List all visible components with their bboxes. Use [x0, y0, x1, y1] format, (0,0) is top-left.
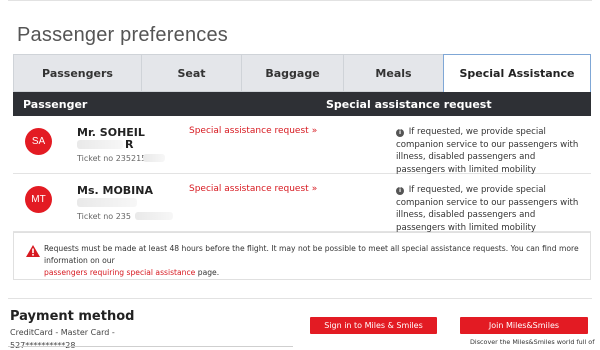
chevron-right-icon: »: [311, 126, 318, 136]
tab-meals[interactable]: Meals: [343, 54, 443, 92]
chevron-right-icon: »: [311, 184, 318, 194]
header-special-assistance-request: Special assistance request: [326, 98, 492, 111]
redacted-ticket: [143, 154, 165, 162]
notice-suffix: page.: [197, 268, 220, 277]
ticket-number: Ticket no 235: [77, 212, 131, 221]
tab-baggage[interactable]: Baggage: [241, 54, 343, 92]
warning-icon: [26, 245, 40, 257]
special-assistance-notice: Requests must be made at least 48 hours …: [13, 232, 591, 280]
passenger-name: Ms. MOBINA: [77, 184, 153, 197]
assistance-info-text: If requested, we provide special compani…: [396, 127, 579, 175]
avatar: MT: [25, 186, 52, 213]
preferences-tabs: Passengers Seat Baggage Meals Special As…: [13, 54, 591, 92]
redacted-surname: [77, 140, 123, 149]
special-assistance-info-link[interactable]: passengers requiring special assistance: [44, 268, 195, 277]
avatar: SA: [25, 128, 52, 155]
tab-seat[interactable]: Seat: [141, 54, 241, 92]
request-link-label: Special assistance request: [189, 184, 309, 194]
join-miles-smiles-button[interactable]: Join Miles&Smiles: [460, 317, 588, 334]
assistance-info: i If requested, we provide special compa…: [396, 184, 586, 234]
payment-underline: [8, 346, 293, 347]
passenger-name-suffix: R: [125, 138, 134, 151]
header-passenger: Passenger: [23, 98, 88, 111]
top-divider: [8, 0, 592, 1]
sign-in-miles-smiles-button[interactable]: Sign in to Miles & Smiles: [310, 317, 437, 334]
assistance-info: i If requested, we provide special compa…: [396, 126, 586, 176]
notice-body: Requests must be made at least 48 hours …: [44, 244, 579, 265]
payment-method-title: Payment method: [10, 309, 135, 324]
tab-special-assistance[interactable]: Special Assistance: [443, 54, 591, 92]
ticket-number: Ticket no 235215: [77, 154, 147, 163]
request-link-label: Special assistance request: [189, 126, 309, 136]
payment-divider: [8, 298, 592, 299]
info-icon: i: [396, 129, 404, 137]
info-icon: i: [396, 187, 404, 195]
payment-card-type: CreditCard - Master Card -: [10, 328, 115, 337]
tab-passengers[interactable]: Passengers: [13, 54, 141, 92]
special-assistance-request-link[interactable]: Special assistance request»: [189, 184, 317, 194]
special-assistance-request-link[interactable]: Special assistance request»: [189, 126, 317, 136]
assistance-info-text: If requested, we provide special compani…: [396, 185, 579, 233]
redacted-surname: [77, 198, 137, 207]
redacted-ticket: [135, 212, 173, 220]
join-description: Discover the Miles&Smiles world full of: [470, 338, 595, 346]
notice-text: Requests must be made at least 48 hours …: [44, 243, 584, 279]
table-row: MT Ms. MOBINA Ticket no 235 Special assi…: [13, 174, 591, 234]
passenger-name: Mr. SOHEIL: [77, 126, 145, 139]
table-row: SA Mr. SOHEIL R Ticket no 235215 Special…: [13, 116, 591, 176]
page-title: Passenger preferences: [17, 24, 228, 46]
table-header: Passenger Special assistance request: [13, 92, 591, 116]
